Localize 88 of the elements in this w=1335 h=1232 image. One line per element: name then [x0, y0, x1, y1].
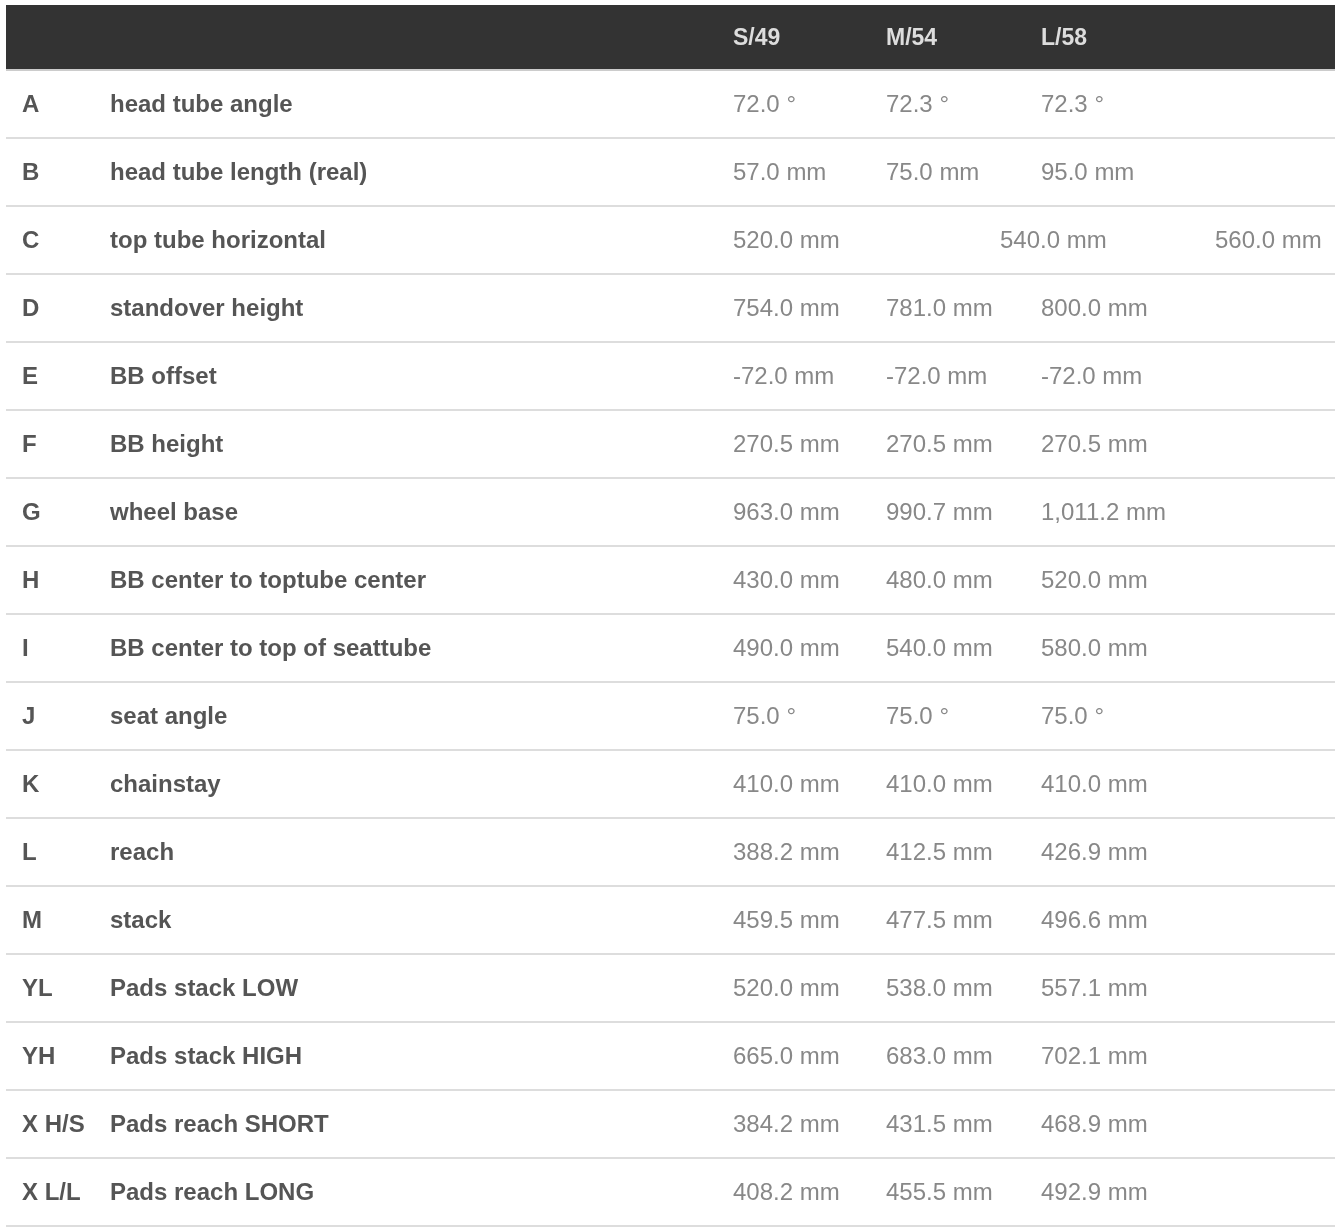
row-code: YL — [21, 973, 54, 1003]
table-cell-text: 560.0 mm — [1215, 225, 1323, 255]
row-code: F — [21, 429, 38, 459]
row-label: Pads stack LOW — [110, 973, 300, 1003]
table-cell-text: 557.1 mm — [1041, 973, 1149, 1003]
row-code: X L/L — [21, 1177, 82, 1207]
table-cell-text: 455.5 mm — [886, 1177, 994, 1207]
table-cell-text: 496.6 mm — [1041, 905, 1149, 935]
column-header: M/54 — [886, 22, 939, 52]
table-cell-text: 72.3 ° — [886, 89, 950, 119]
row-label: seat angle — [110, 701, 229, 731]
table-cell-text: 665.0 mm — [733, 1041, 841, 1071]
table-cell-text: 800.0 mm — [1041, 293, 1149, 323]
table-cell-text: 431.5 mm — [886, 1109, 994, 1139]
table-cell-text: -72.0 mm — [886, 361, 989, 391]
table-cell-text: 410.0 mm — [733, 769, 841, 799]
row-code: D — [21, 293, 41, 323]
row-label: top tube horizontal — [110, 225, 327, 255]
table-cell-text: 459.5 mm — [733, 905, 841, 935]
table-cell-text: 702.1 mm — [1041, 1041, 1149, 1071]
table-cell-text: -72.0 mm — [1041, 361, 1144, 391]
table-cell-text: 490.0 mm — [733, 633, 841, 663]
table-cell-text: 426.9 mm — [1041, 837, 1149, 867]
row-code: H — [21, 565, 41, 595]
table-cell-text: 410.0 mm — [1041, 769, 1149, 799]
table-cell-text: 388.2 mm — [733, 837, 841, 867]
column-header: L/58 — [1041, 22, 1089, 52]
table-cell-text: 540.0 mm — [1000, 225, 1108, 255]
table-cell-text: 72.3 ° — [1041, 89, 1105, 119]
row-label: chainstay — [110, 769, 222, 799]
row-code: J — [21, 701, 37, 731]
row-code: X H/S — [21, 1109, 86, 1139]
table-cell-text: 430.0 mm — [733, 565, 841, 595]
table-cell-text: 75.0 ° — [1041, 701, 1105, 731]
table-cell-text: 95.0 mm — [1041, 157, 1136, 187]
row-code: E — [21, 361, 39, 391]
table-cell-text: -72.0 mm — [733, 361, 836, 391]
table-cell-text: 580.0 mm — [1041, 633, 1149, 663]
table-cell-text: 270.5 mm — [886, 429, 994, 459]
row-code: A — [21, 89, 41, 119]
table-cell-text: 540.0 mm — [886, 633, 994, 663]
row-label: wheel base — [110, 497, 240, 527]
row-code: I — [21, 633, 30, 663]
row-code: K — [21, 769, 41, 799]
row-label: standover height — [110, 293, 305, 323]
row-label: BB offset — [110, 361, 218, 391]
table-cell-text: 477.5 mm — [886, 905, 994, 935]
table-cell-text: 468.9 mm — [1041, 1109, 1149, 1139]
row-label: BB center to toptube center — [110, 565, 428, 595]
row-label: stack — [110, 905, 173, 935]
row-label: Pads reach SHORT — [110, 1109, 330, 1139]
table-cell-text: 384.2 mm — [733, 1109, 841, 1139]
table-cell-text: 75.0 mm — [886, 157, 981, 187]
row-code: M — [21, 905, 43, 935]
table-cell-text: 75.0 ° — [733, 701, 797, 731]
table-cell-text: 520.0 mm — [733, 973, 841, 1003]
table-cell-text: 538.0 mm — [886, 973, 994, 1003]
table-cell-text: 963.0 mm — [733, 497, 841, 527]
row-label: reach — [110, 837, 176, 867]
table-cell-text: 990.7 mm — [886, 497, 994, 527]
table-cell-text: 408.2 mm — [733, 1177, 841, 1207]
table-cell-text: 492.9 mm — [1041, 1177, 1149, 1207]
table-cell-text: 72.0 ° — [733, 89, 797, 119]
table-cell-text: 480.0 mm — [886, 565, 994, 595]
table-cell-text: 75.0 ° — [886, 701, 950, 731]
table-cell-text: 781.0 mm — [886, 293, 994, 323]
table-cell-text: 410.0 mm — [886, 769, 994, 799]
table-cell-text: 754.0 mm — [733, 293, 841, 323]
table-cell-text: 520.0 mm — [1041, 565, 1149, 595]
row-code: C — [21, 225, 41, 255]
table-cell-text: 520.0 mm — [733, 225, 841, 255]
row-label: Pads stack HIGH — [110, 1041, 304, 1071]
column-header: S/49 — [733, 22, 782, 52]
row-label: BB height — [110, 429, 225, 459]
table-cell-text: 412.5 mm — [886, 837, 994, 867]
table-cell-text: 270.5 mm — [1041, 429, 1149, 459]
table-cell-text: 57.0 mm — [733, 157, 828, 187]
row-code: B — [21, 157, 41, 187]
row-label: head tube angle — [110, 89, 294, 119]
row-label: BB center to top of seattube — [110, 633, 433, 663]
row-label: Pads reach LONG — [110, 1177, 316, 1207]
row-label: head tube length (real) — [110, 157, 369, 187]
table-cell-text: 270.5 mm — [733, 429, 841, 459]
table-cell-text: 1,011.2 mm — [1041, 497, 1167, 527]
row-code: L — [21, 837, 38, 867]
row-code: YH — [21, 1041, 57, 1071]
table-cell-text: 683.0 mm — [886, 1041, 994, 1071]
row-code: G — [21, 497, 42, 527]
